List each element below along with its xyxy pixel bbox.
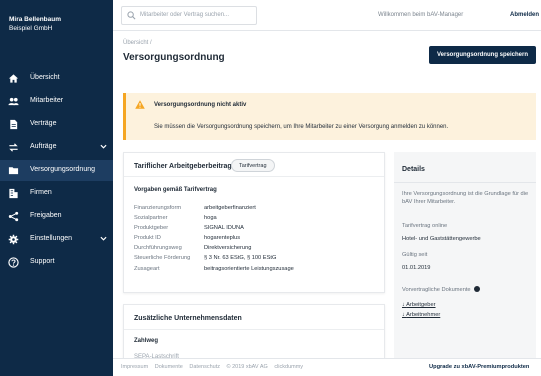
sidebar-item-label: Aufträge [30, 143, 57, 150]
card-title: Tariflicher Arbeitgeberbeitrag [134, 163, 232, 170]
row-key: Sozialpartner [134, 215, 168, 221]
transfer-icon [9, 143, 18, 152]
footer: Impressum Dokumente Datenschutz © 2019 x… [113, 358, 541, 376]
building-icon [9, 188, 18, 199]
home-icon [8, 74, 19, 83]
page-title: Versorgungsordnung [123, 52, 225, 63]
tariff-label: Tarifvertrag online [402, 223, 448, 229]
top-bar: Mitarbeiter oder Vertrag suchen... Willk… [113, 0, 541, 31]
footer-link-impressum[interactable]: Impressum [121, 364, 148, 370]
details-title: Details [402, 166, 425, 173]
upgrade-link[interactable]: Upgrade zu xbAV-Premiumprodukten [429, 364, 529, 370]
sidebar-item-freigaben[interactable]: Freigaben [0, 206, 113, 227]
row-value: § 3 Nr. 63 EStG, § 100 EStG [204, 255, 277, 261]
row-value: beitragsorientierte Leistungszusage [204, 266, 294, 272]
sidebar-item-uebersicht[interactable]: Übersicht [0, 68, 113, 89]
details-panel: Details Ihre Versorgungsordnung ist die … [394, 152, 536, 362]
detail-row: Steuerliche Förderung § 3 Nr. 63 EStG, § … [134, 255, 374, 264]
company-data-card: Zusätzliche Unternehmensdaten Zahlweg SE… [123, 304, 385, 362]
chevron-down-icon [100, 144, 107, 149]
row-value: hogarenteplus [204, 235, 241, 241]
document-link-label: Arbeitgeber [406, 302, 436, 308]
sidebar-item-label: Übersicht [30, 74, 60, 81]
save-button[interactable]: Versorgungsordnung speichern [429, 46, 536, 64]
documents-label-text: Vorvertragliche Dokumente [402, 287, 471, 293]
users-icon [8, 97, 19, 106]
detail-row: Produktgeber SIGNAL IDUNA [134, 225, 374, 234]
footer-links: Impressum Dokumente Datenschutz © 2019 x… [121, 364, 308, 370]
sidebar-item-label: Einstellungen [30, 235, 73, 242]
tariff-card: Tariflicher Arbeitgeberbeitrag Tarifvert… [123, 152, 385, 293]
warning-alert: Versorgungsordnung nicht aktiv Sie müsse… [123, 93, 536, 140]
footer-clickdummy: clickdummy [274, 364, 304, 370]
footer-link-datenschutz[interactable]: Datenschutz [189, 364, 220, 370]
detail-row: Produkt ID hogarenteplus [134, 235, 374, 244]
document-link-label: Arbeitnehmer [406, 312, 441, 318]
sidebar-item-mitarbeiter[interactable]: Mitarbeiter [0, 91, 113, 112]
sidebar-item-firmen[interactable]: Firmen [0, 183, 113, 204]
organization-info: Mira Bellenbaum Beispiel GmbH [9, 16, 61, 33]
welcome-text: Willkommen beim bAV-Manager [378, 12, 464, 18]
row-value: SIGNAL IDUNA [204, 225, 244, 231]
sidebar-item-label: Mitarbeiter [30, 97, 64, 104]
alert-message: Sie müssen die Versorgungsordnung speich… [154, 124, 449, 130]
sidebar-item-label: Firmen [30, 189, 52, 196]
row-value: hoga [204, 215, 217, 221]
alert-title: Versorgungsordnung nicht aktiv [154, 102, 247, 108]
footer-copyright: © 2019 xbAV AG [226, 364, 268, 370]
row-key: Durchführungsweg [134, 245, 182, 251]
sidebar-item-label: Verträge [30, 120, 57, 127]
document-link-arbeitnehmer[interactable]: ↓ Arbeitnehmer [402, 312, 440, 318]
sidebar: Mira Bellenbaum Beispiel GmbH Übersicht … [0, 0, 113, 376]
document-link-arbeitgeber[interactable]: ↓ Arbeitgeber [402, 302, 436, 308]
detail-row: Sozialpartner hoga [134, 215, 374, 224]
logout-link[interactable]: Abmelden [510, 12, 539, 18]
row-key: Produkt ID [134, 235, 161, 241]
tarifvertrag-chip[interactable]: Tarifvertrag [231, 159, 275, 172]
share-icon [8, 211, 19, 222]
valid-since-value: 01.01.2019 [402, 265, 431, 271]
search-placeholder: Mitarbeiter oder Vertrag suchen... [140, 12, 230, 18]
sidebar-item-label: Support [30, 258, 55, 265]
row-value: Direktversicherung [204, 245, 252, 251]
card-header: Tariflicher Arbeitgeberbeitrag Tarifvert… [124, 153, 384, 177]
details-description: Ihre Versorgungsordnung ist die Grundlag… [402, 191, 529, 205]
row-value: arbeitgeberfinanziert [204, 205, 256, 211]
detail-row: Finanzierungsform arbeitgeberfinanziert [134, 205, 374, 214]
user-name: Mira Bellenbaum [9, 16, 62, 23]
gear-icon [8, 234, 19, 245]
sidebar-item-einstellungen[interactable]: Einstellungen [0, 229, 113, 250]
row-key: Steuerliche Förderung [134, 255, 191, 261]
info-icon[interactable] [473, 286, 480, 292]
help-icon [8, 257, 19, 268]
card-subheading: Vorgaben gemäß Tarifvertrag [134, 187, 217, 193]
sidebar-item-vertraege[interactable]: Verträge [0, 114, 113, 135]
documents-label: Vorvertragliche Dokumente [402, 286, 480, 294]
detail-row: Zusageart beitragsorientierte Leistungszu… [134, 266, 374, 275]
card-subheading: Zahlweg [134, 338, 159, 344]
sidebar-item-label: Freigaben [30, 212, 62, 219]
card-title: Zusätzliche Unternehmensdaten [134, 315, 242, 322]
row-key: Finanzierungsform [134, 205, 182, 211]
search-icon [127, 11, 136, 20]
row-key: Produktgeber [134, 225, 169, 231]
folder-icon [8, 167, 19, 175]
company-name: Beispiel GmbH [9, 24, 53, 32]
valid-since-label: Gültig seit [402, 252, 428, 258]
breadcrumb[interactable]: Übersicht / [123, 40, 152, 46]
row-key: Zusageart [134, 266, 160, 272]
tariff-value: Hotel- und Gaststättengewerbe [402, 236, 481, 242]
footer-link-dokumente[interactable]: Dokumente [155, 364, 183, 370]
document-icon [10, 119, 18, 130]
sidebar-item-auftraege[interactable]: Aufträge [0, 137, 113, 158]
search-input[interactable]: Mitarbeiter oder Vertrag suchen... [121, 6, 257, 25]
chevron-down-icon [100, 236, 107, 241]
detail-row: Durchführungsweg Direktversicherung [134, 245, 374, 254]
divider [394, 182, 536, 183]
sidebar-item-versorgungsordnung[interactable]: Versorgungsordnung [0, 160, 113, 181]
sidebar-item-support[interactable]: Support [0, 252, 113, 273]
sidebar-item-label: Versorgungsordnung [30, 166, 95, 173]
warning-icon [135, 100, 145, 109]
divider [124, 329, 384, 330]
